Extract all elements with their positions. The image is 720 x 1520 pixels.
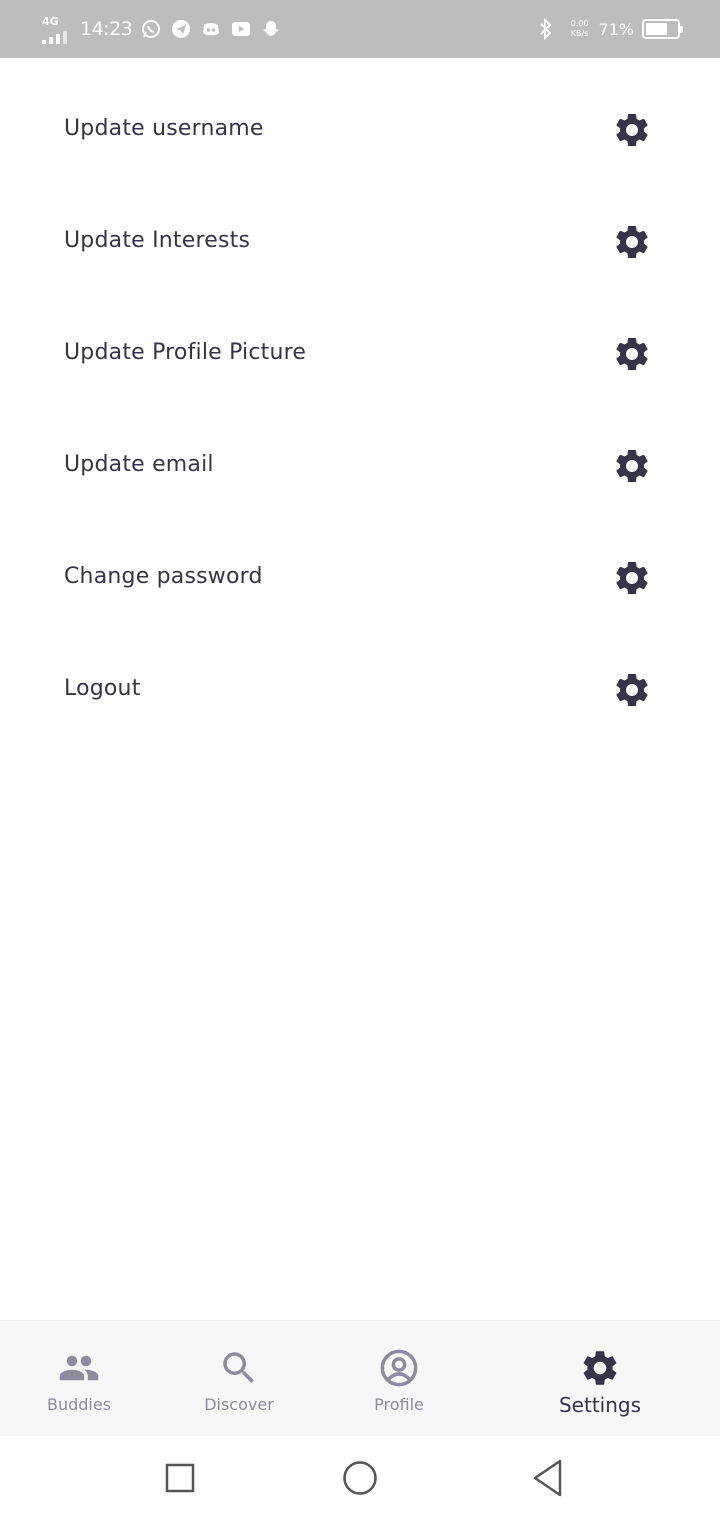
telegram-icon xyxy=(170,18,192,40)
recents-button[interactable] xyxy=(158,1456,202,1500)
settings-list: Update username Update Interests Update … xyxy=(0,74,720,746)
settings-item-label: Update username xyxy=(64,116,264,141)
settings-item-logout[interactable]: Logout xyxy=(0,634,720,746)
gear-icon[interactable] xyxy=(612,558,652,598)
home-button[interactable] xyxy=(338,1456,382,1500)
nav-item-settings[interactable]: Settings xyxy=(540,1321,660,1437)
whatsapp-icon xyxy=(140,18,162,40)
nav-label: Discover xyxy=(204,1395,274,1414)
snapchat-icon xyxy=(260,18,282,40)
settings-item-update-username[interactable]: Update username xyxy=(0,74,720,186)
gear-icon[interactable] xyxy=(612,446,652,486)
status-bar: 4G 14:23 0.00 KB/s 71% xyxy=(0,0,720,58)
battery-level xyxy=(646,23,667,35)
nav-item-buddies[interactable]: Buddies xyxy=(29,1321,129,1437)
settings-item-label: Update email xyxy=(64,452,214,477)
settings-item-update-email[interactable]: Update email xyxy=(0,410,720,522)
battery-percent: 71% xyxy=(598,19,634,39)
settings-item-label: Change password xyxy=(64,564,263,589)
home-circle-icon xyxy=(343,1461,377,1495)
back-triangle-icon xyxy=(533,1459,562,1497)
settings-item-change-password[interactable]: Change password xyxy=(0,522,720,634)
gear-icon xyxy=(583,1351,617,1385)
settings-item-update-profile-picture[interactable]: Update Profile Picture xyxy=(0,298,720,410)
gear-icon[interactable] xyxy=(612,334,652,374)
gear-icon[interactable] xyxy=(612,670,652,710)
status-time: 14:23 xyxy=(80,18,133,40)
signal-bars-icon xyxy=(42,31,67,44)
gear-icon[interactable] xyxy=(612,222,652,262)
nav-label: Profile xyxy=(374,1395,424,1414)
nav-item-profile[interactable]: Profile xyxy=(349,1321,449,1437)
bluetooth-icon xyxy=(535,18,557,40)
bottom-nav: Buddies Discover Profile Settings xyxy=(0,1320,720,1436)
account-circle-icon xyxy=(380,1349,418,1387)
system-nav-bar xyxy=(0,1436,720,1520)
settings-item-label: Update Interests xyxy=(64,228,251,253)
search-icon xyxy=(223,1352,254,1383)
people-icon xyxy=(59,1355,99,1381)
battery-icon xyxy=(642,19,683,39)
signal-indicator: 4G xyxy=(40,14,74,44)
network-speed-unit: KB/s xyxy=(570,29,589,38)
settings-item-label: Update Profile Picture xyxy=(64,340,307,365)
recents-square-icon xyxy=(165,1463,195,1493)
gear-icon[interactable] xyxy=(612,110,652,150)
network-type: 4G xyxy=(42,15,59,28)
discord-icon xyxy=(200,18,222,40)
nav-item-discover[interactable]: Discover xyxy=(189,1321,289,1437)
status-bar-right: 0.00 KB/s 71% xyxy=(535,0,683,58)
back-button[interactable] xyxy=(526,1456,570,1500)
nav-label: Buddies xyxy=(46,1395,112,1414)
settings-item-label: Logout xyxy=(64,676,141,701)
settings-item-update-interests[interactable]: Update Interests xyxy=(0,186,720,298)
status-bar-left: 4G 14:23 xyxy=(40,0,290,58)
network-speed: 0.00 KB/s xyxy=(571,19,589,39)
nav-label: Settings xyxy=(558,1393,642,1417)
network-speed-value: 0.00 xyxy=(570,19,589,28)
youtube-icon xyxy=(230,18,252,40)
